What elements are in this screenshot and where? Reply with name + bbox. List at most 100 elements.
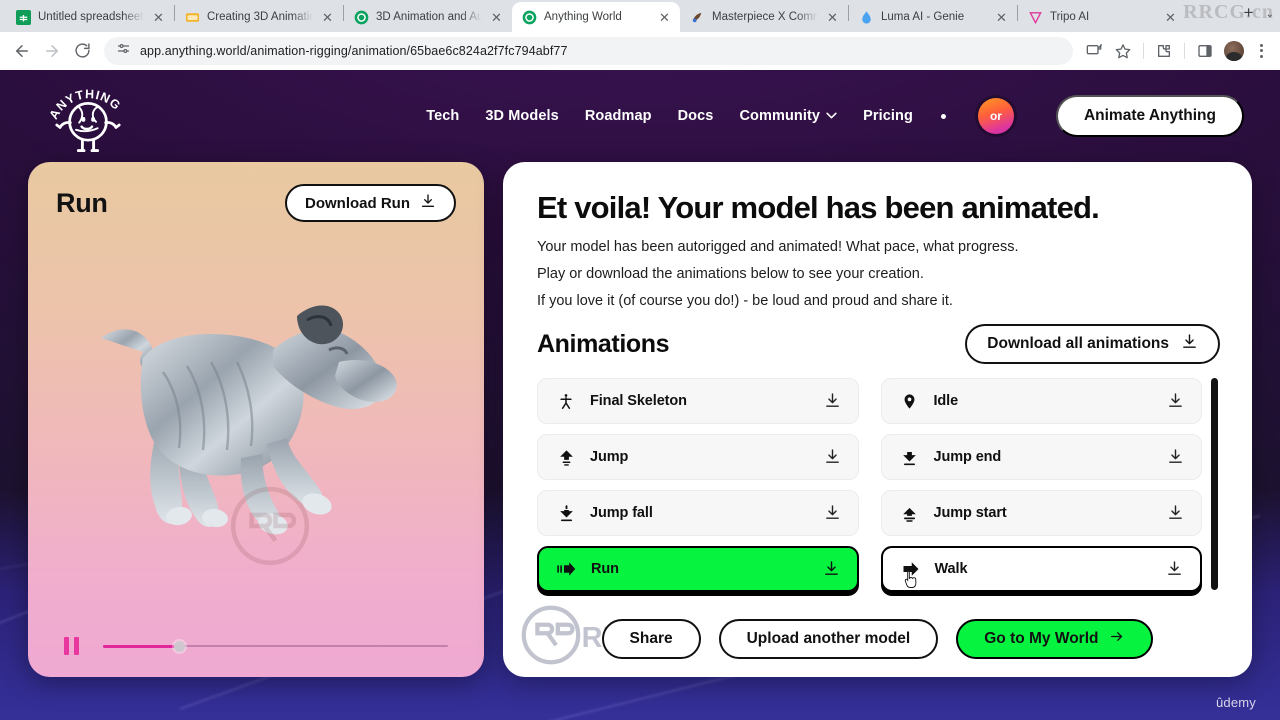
anything-world-icon xyxy=(522,10,537,25)
browser-tab[interactable]: Masterpiece X Comm ✕ xyxy=(680,2,848,32)
new-tab-button[interactable]: + xyxy=(1236,0,1262,26)
udemy-watermark: ûdemy xyxy=(1215,695,1256,710)
user-avatar[interactable]: or xyxy=(977,98,1014,134)
animation-item-jump-start[interactable]: Jump start xyxy=(880,490,1202,537)
address-bar[interactable]: app.anything.world/animation-rigging/ani… xyxy=(104,36,1073,65)
animation-label: Idle xyxy=(933,393,959,410)
close-icon[interactable]: ✕ xyxy=(489,10,504,25)
download-icon xyxy=(1181,333,1198,355)
nav-link-3d-models[interactable]: 3D Models xyxy=(485,108,558,124)
nav-link-docs[interactable]: Docs xyxy=(678,108,714,124)
animation-item-run[interactable]: Run xyxy=(537,546,859,593)
cast-icon[interactable] xyxy=(1081,38,1107,64)
progress-knob[interactable] xyxy=(173,640,185,652)
reload-icon[interactable] xyxy=(68,37,96,65)
profile-avatar-icon[interactable] xyxy=(1221,38,1247,64)
masterpiece-icon xyxy=(690,10,705,25)
tab-title: Tripo AI xyxy=(1050,11,1090,23)
viewer-title: Run xyxy=(56,187,108,218)
bookmark-star-icon[interactable] xyxy=(1110,38,1136,64)
close-icon[interactable]: ✕ xyxy=(825,10,840,25)
status-dot xyxy=(940,113,946,119)
animate-anything-button[interactable]: Animate Anything xyxy=(1055,95,1244,137)
browser-tab[interactable]: Untitled spreadsheet ✕ xyxy=(6,2,174,32)
animation-item-jump[interactable]: Jump xyxy=(537,434,859,481)
chrome-menu-icon[interactable] xyxy=(1250,38,1272,64)
browser-tab-active[interactable]: Anything World ✕ xyxy=(512,2,680,32)
animation-item-walk[interactable]: Walk xyxy=(880,546,1202,593)
close-icon[interactable]: ✕ xyxy=(320,10,335,25)
tab-strip: Untitled spreadsheet ✕ Creating 3D Anima… xyxy=(0,0,1280,32)
result-panel: Et voila! Your model has been animated. … xyxy=(503,162,1252,677)
animations-scroll-area: Final Skeleton Idle Jump Jump end Jump f… xyxy=(537,378,1220,593)
animation-label: Run xyxy=(591,561,619,578)
3d-model-stage[interactable] xyxy=(28,162,484,677)
download-icon[interactable] xyxy=(824,504,842,522)
browser-tab[interactable]: Luma AI - Genie ✕ xyxy=(849,2,1017,32)
pin-icon xyxy=(900,391,920,411)
animation-item-final-skeleton[interactable]: Final Skeleton xyxy=(537,378,859,425)
close-icon[interactable]: ✕ xyxy=(657,10,672,25)
nav-link-roadmap[interactable]: Roadmap xyxy=(585,108,652,124)
go-to-my-world-button[interactable]: Go to My World xyxy=(956,619,1154,659)
animation-label: Final Skeleton xyxy=(590,393,687,410)
toolbar-divider xyxy=(1143,42,1144,59)
sheets-icon xyxy=(16,9,31,25)
jump-down-icon xyxy=(900,447,920,467)
browser-tab[interactable]: Creating 3D Animatio ✕ xyxy=(175,2,343,32)
progress-slider[interactable] xyxy=(103,639,448,653)
nav-link-community[interactable]: Community xyxy=(739,108,837,124)
download-icon[interactable] xyxy=(1167,504,1185,522)
nav-link-pricing[interactable]: Pricing xyxy=(863,108,913,124)
walk-icon xyxy=(901,559,921,579)
back-arrow-icon[interactable] xyxy=(8,37,36,65)
animation-label: Jump xyxy=(590,449,629,466)
tabstrip-controls: + ⌄ xyxy=(1230,0,1280,32)
tab-title: Masterpiece X Comm xyxy=(712,11,818,23)
run-icon xyxy=(557,559,577,579)
tab-title: 3D Animation and Au xyxy=(376,11,482,23)
close-icon[interactable]: ✕ xyxy=(1163,10,1178,25)
site-logo[interactable]: ANYTHING xyxy=(44,76,132,158)
main-nav: Tech 3D Models Roadmap Docs Community Pr… xyxy=(426,95,1244,137)
browser-tab[interactable]: Tripo AI ✕ xyxy=(1018,2,1186,32)
download-icon[interactable] xyxy=(1167,392,1185,410)
browser-toolbar: app.anything.world/animation-rigging/ani… xyxy=(0,32,1280,70)
download-all-animations-button[interactable]: Download all animations xyxy=(965,324,1220,365)
animations-grid: Final Skeleton Idle Jump Jump end Jump f… xyxy=(537,378,1202,593)
tab-search-icon[interactable]: ⌄ xyxy=(1266,9,1274,20)
anything-world-icon xyxy=(354,10,369,25)
jump-start-icon xyxy=(900,503,920,523)
download-icon[interactable] xyxy=(824,392,842,410)
animation-label: Jump start xyxy=(933,505,1007,522)
extensions-icon[interactable] xyxy=(1151,38,1177,64)
download-icon[interactable] xyxy=(824,448,842,466)
nav-link-tech[interactable]: Tech xyxy=(426,108,459,124)
pause-icon[interactable] xyxy=(64,637,79,655)
share-button[interactable]: Share xyxy=(601,619,701,659)
animation-item-jump-fall[interactable]: Jump fall xyxy=(537,490,859,537)
download-icon[interactable] xyxy=(1166,560,1184,578)
download-all-label: Download all animations xyxy=(987,335,1169,353)
panel-paragraph-1: Your model has been autorigged and anima… xyxy=(537,239,1019,255)
animation-label: Jump end xyxy=(933,449,1002,466)
close-icon[interactable]: ✕ xyxy=(994,10,1009,25)
download-icon[interactable] xyxy=(1167,448,1185,466)
animations-scrollbar[interactable] xyxy=(1211,378,1218,591)
tab-title: Untitled spreadsheet xyxy=(38,11,144,23)
download-run-button[interactable]: Download Run xyxy=(285,184,456,222)
side-panel-icon[interactable] xyxy=(1192,38,1218,64)
nav-link-community-label: Community xyxy=(739,108,821,124)
download-icon[interactable] xyxy=(823,560,841,578)
forward-arrow-icon[interactable] xyxy=(38,37,66,65)
upload-another-model-button[interactable]: Upload another model xyxy=(718,619,939,659)
animation-item-idle[interactable]: Idle xyxy=(880,378,1202,425)
toolbar-divider xyxy=(1184,42,1185,59)
animations-header: Animations Download all animations xyxy=(537,324,1220,365)
close-icon[interactable]: ✕ xyxy=(151,10,166,25)
animation-label: Jump fall xyxy=(590,505,653,522)
browser-tab[interactable]: 3D Animation and Au ✕ xyxy=(344,2,512,32)
site-settings-icon[interactable] xyxy=(116,41,131,61)
animation-item-jump-end[interactable]: Jump end xyxy=(880,434,1202,481)
footer-actions: Share Upload another model Go to My Worl… xyxy=(503,619,1252,659)
